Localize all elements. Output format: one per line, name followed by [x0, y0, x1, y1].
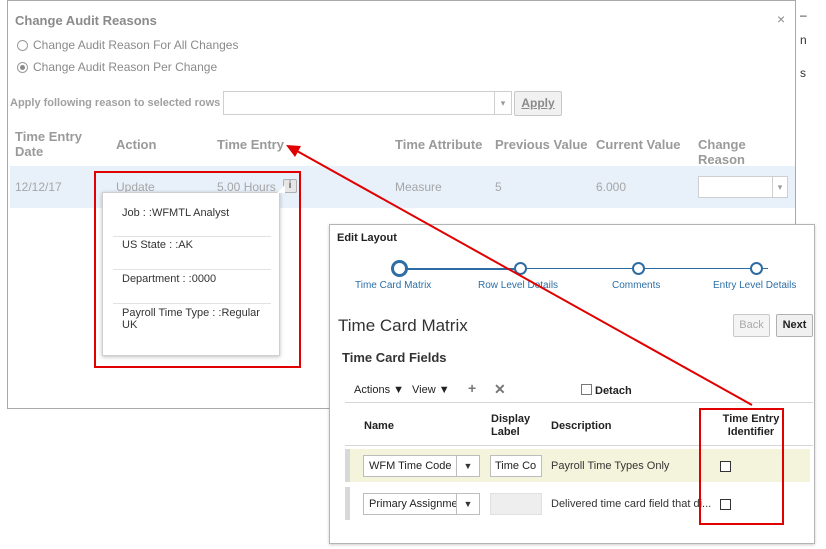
arrow-line [296, 150, 753, 406]
annotation-arrow [286, 145, 753, 406]
screenshot-stage: – n s Change Audit Reasons × Change Audi… [0, 0, 826, 549]
